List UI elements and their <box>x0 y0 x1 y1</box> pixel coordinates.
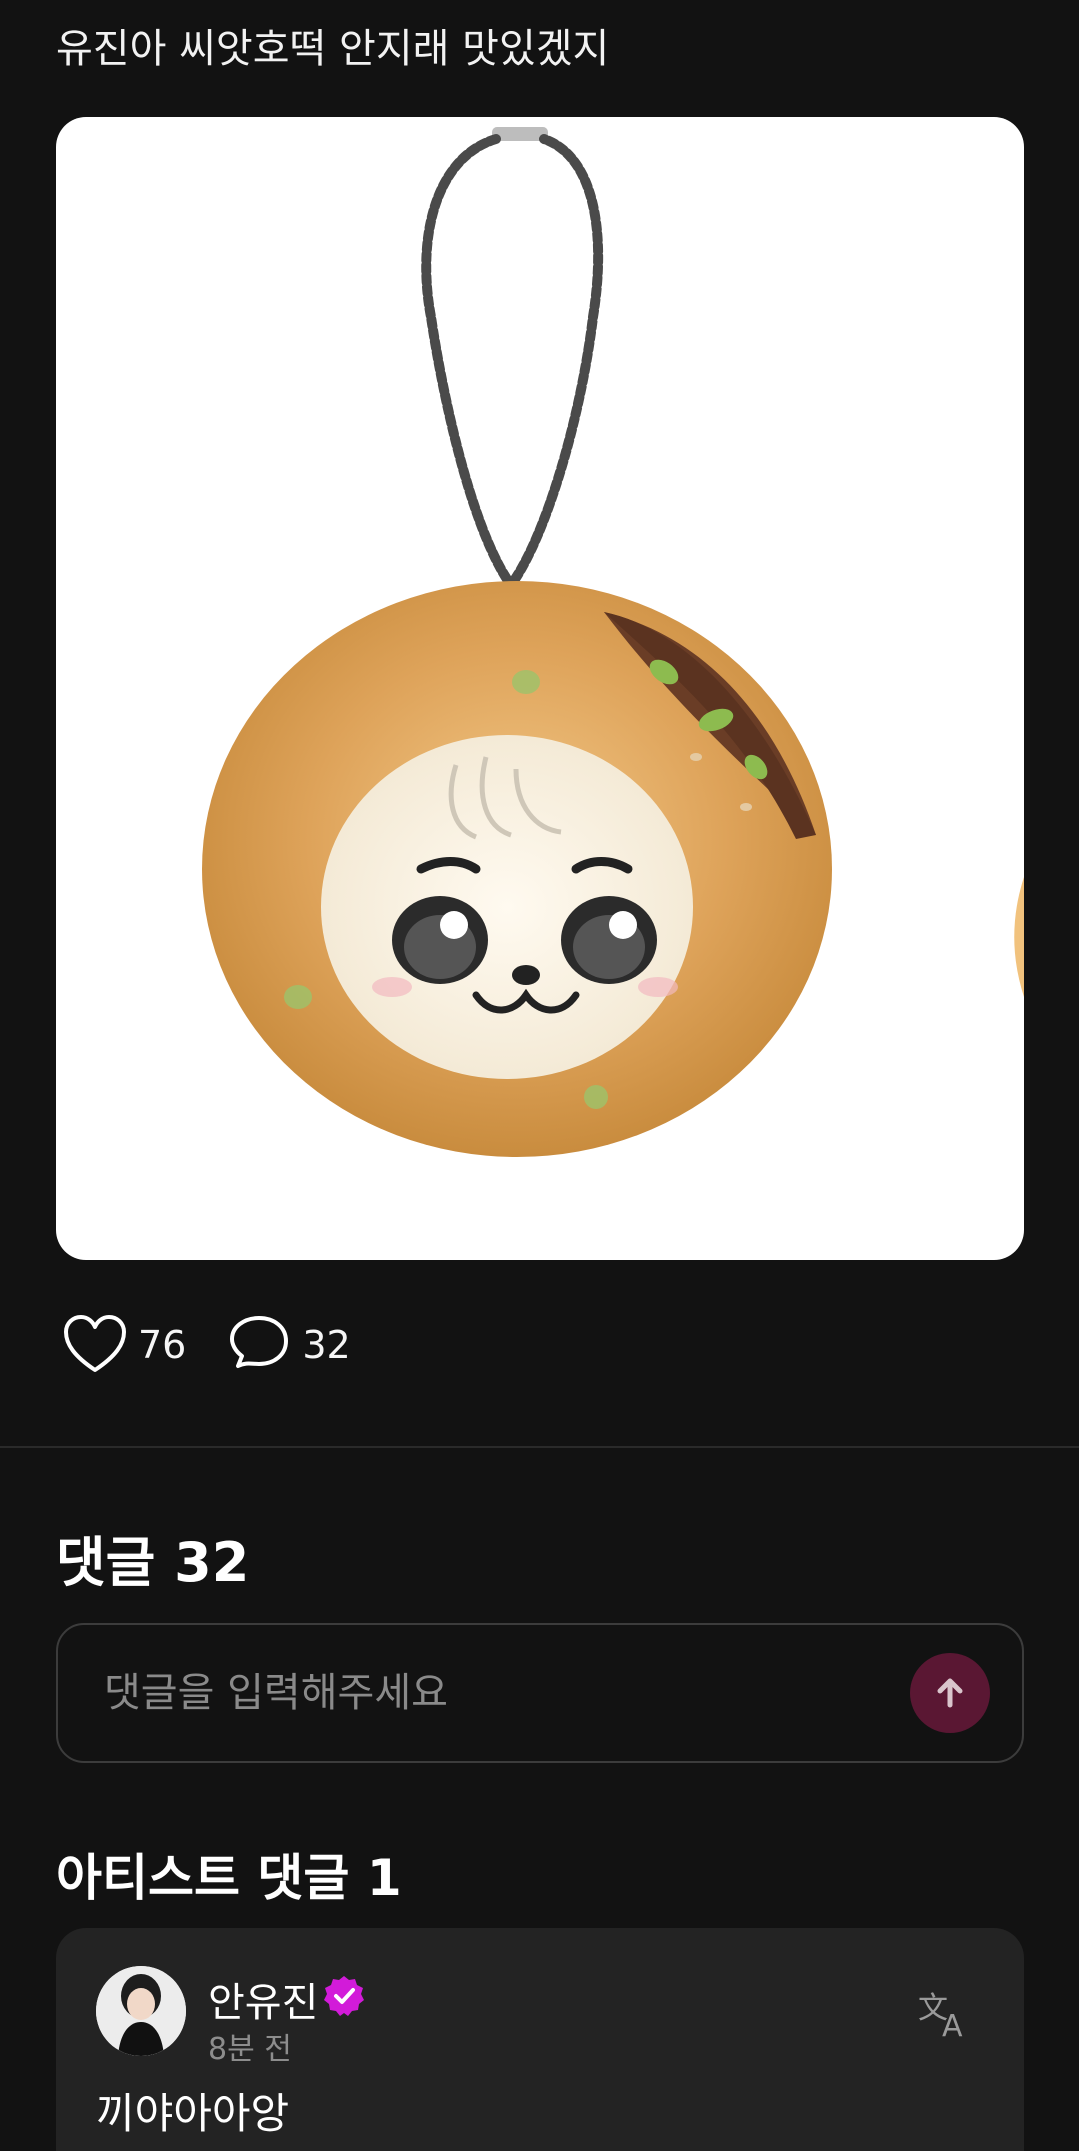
comment-input[interactable] <box>104 1670 910 1716</box>
artist-comments-title: 아티스트 댓글 1 <box>56 1849 402 1907</box>
send-arrow-icon <box>937 1678 963 1708</box>
comment-count: 32 <box>302 1323 351 1367</box>
comment-button[interactable]: 32 <box>226 1314 351 1376</box>
avatar[interactable] <box>96 1966 186 2056</box>
comment-text: 끼야아아앙 <box>96 2089 290 2138</box>
like-button[interactable]: 76 <box>62 1314 186 1376</box>
like-count: 76 <box>138 1323 187 1367</box>
post-image[interactable] <box>56 117 1024 1260</box>
send-button[interactable] <box>910 1653 990 1733</box>
section-divider <box>0 1446 1079 1448</box>
comments-title: 댓글 32 <box>56 1531 250 1594</box>
avatar-image <box>96 1966 186 2056</box>
heart-icon <box>64 1315 126 1372</box>
keyring-illustration <box>202 127 1024 1157</box>
comment-author[interactable]: 안유진 <box>208 1970 318 2028</box>
artist-comment-card: 안유진 8분 전 文 A 끼야아아앙 <box>56 1928 1024 2151</box>
post-stats: 76 32 <box>62 1310 391 1380</box>
post-text: 유진아 씨앗호떡 안지래 맛있겠지 <box>56 26 610 72</box>
comment-icon <box>230 1316 289 1368</box>
comment-timestamp: 8분 전 <box>208 2032 292 2067</box>
translate-icon[interactable]: 文 A <box>916 1984 972 2040</box>
comment-input-box[interactable] <box>56 1623 1024 1763</box>
svg-text:A: A <box>942 2009 963 2040</box>
verified-icon <box>324 1976 364 2016</box>
